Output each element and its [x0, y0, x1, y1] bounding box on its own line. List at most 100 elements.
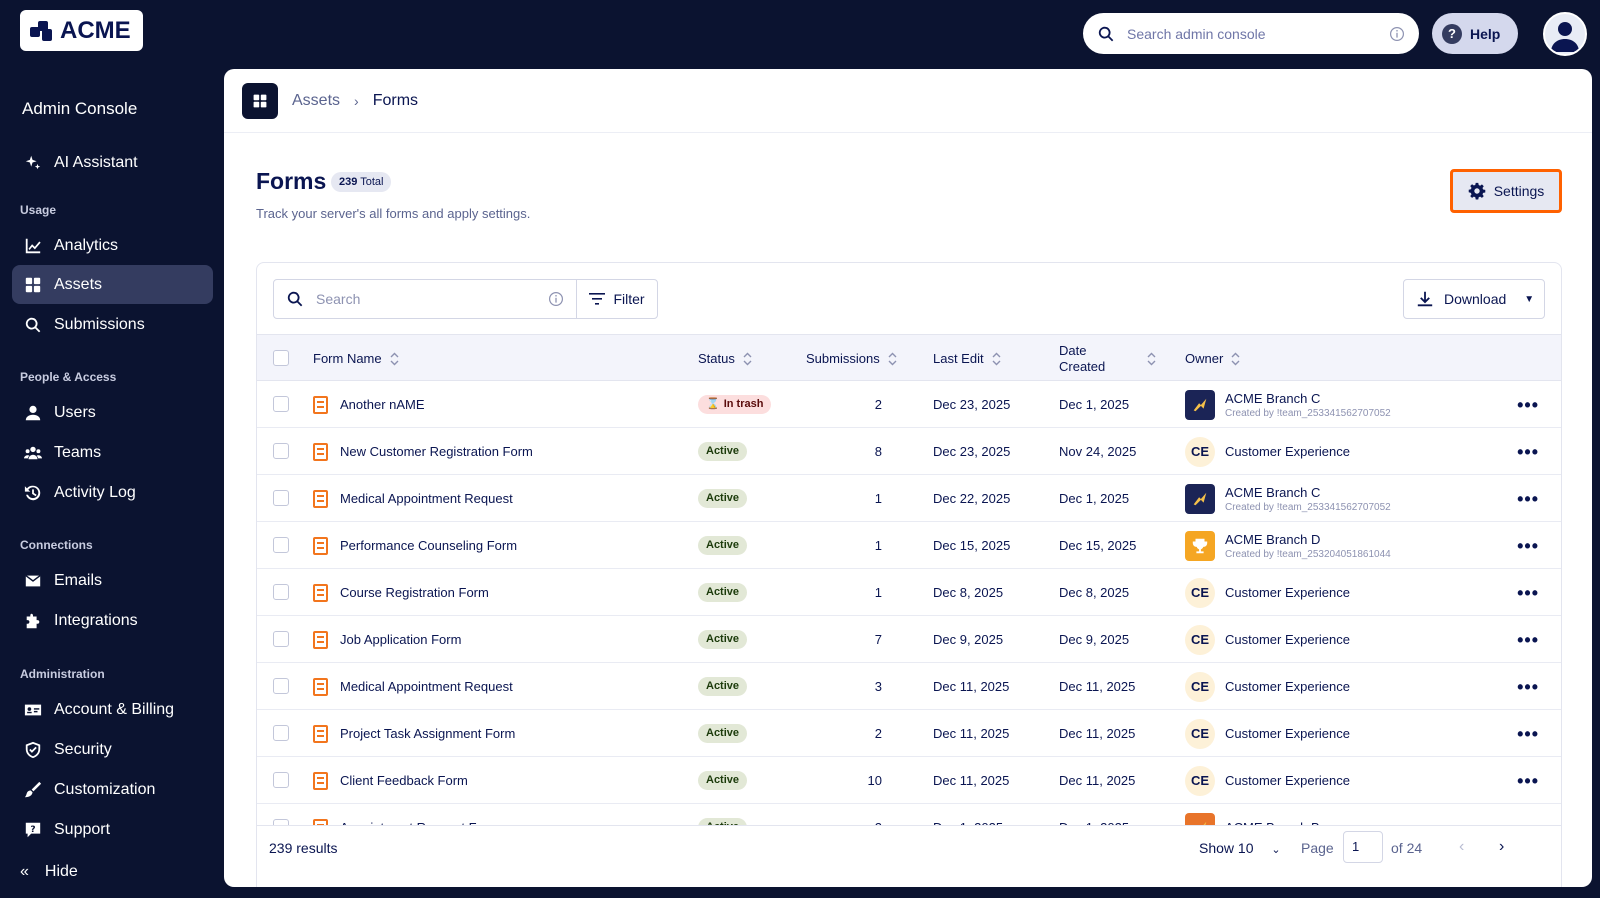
info-icon[interactable] [548, 291, 564, 307]
admin-search-input[interactable]: Search admin console [1083, 13, 1419, 54]
section-connections: Connections [20, 538, 93, 552]
forms-search-input[interactable]: Search [273, 279, 577, 319]
owner-avatar: CE [1185, 671, 1215, 702]
sidebar-item-assets[interactable]: Assets [12, 265, 213, 304]
date-created-cell: Dec 9, 2025 [1059, 632, 1130, 647]
select-all-checkbox[interactable] [273, 350, 289, 366]
form-icon [313, 724, 328, 743]
column-date-created[interactable]: Date Created [1059, 335, 1156, 382]
page-size-select[interactable]: Show 10 ⌄ [1199, 840, 1281, 856]
hide-sidebar-button[interactable]: « Hide [20, 863, 78, 881]
sidebar-item-activity-log[interactable]: Activity Log [12, 473, 213, 512]
page-number-input[interactable]: 1 [1343, 831, 1383, 863]
info-icon[interactable] [1389, 26, 1405, 42]
more-options-icon[interactable]: ••• [1517, 724, 1539, 745]
form-name-cell[interactable]: Project Task Assignment Form [313, 710, 515, 757]
column-label-line: Date [1059, 342, 1087, 358]
sidebar-item-customization[interactable]: Customization [12, 770, 213, 809]
table-row[interactable]: Project Task Assignment Form Active 2 Dec 1… [257, 710, 1561, 757]
sidebar-item-support[interactable]: ? Support [12, 810, 213, 849]
table-row[interactable]: Job Application Form Active 7 Dec 9, 2025 De… [257, 616, 1561, 663]
column-owner[interactable]: Owner [1185, 335, 1240, 382]
column-submissions[interactable]: Submissions [806, 335, 897, 382]
row-checkbox[interactable] [273, 396, 289, 412]
row-checkbox[interactable] [273, 725, 289, 741]
brush-icon [24, 781, 42, 797]
help-icon: ? [1442, 23, 1462, 44]
column-label: Date Created [1059, 343, 1105, 375]
column-label: Status [698, 351, 735, 366]
filter-button[interactable]: Filter [576, 279, 658, 319]
form-name-cell[interactable]: Performance Counseling Form [313, 522, 517, 569]
column-form-name[interactable]: Form Name [313, 335, 399, 382]
more-options-icon[interactable]: ••• [1517, 442, 1539, 463]
column-status[interactable]: Status [698, 335, 752, 382]
more-options-icon[interactable]: ••• [1517, 677, 1539, 698]
row-checkbox[interactable] [273, 490, 289, 506]
help-button[interactable]: ? Help [1432, 13, 1518, 54]
table-row[interactable]: Another nAME ⌛ In trash 2 Dec 23, 2025 Dec 1,… [257, 381, 1561, 428]
sidebar-item-ai-assistant[interactable]: AI Assistant [12, 143, 213, 182]
more-options-icon[interactable]: ••• [1517, 489, 1539, 510]
form-name-cell[interactable]: Client Feedback Form [313, 757, 468, 804]
previous-page-icon[interactable]: ‹ [1459, 838, 1464, 856]
sidebar-item-emails[interactable]: Emails [12, 561, 213, 600]
table-row[interactable]: New Customer Registration Form Active 8 Dec… [257, 428, 1561, 475]
breadcrumb-assets-link[interactable]: Assets [292, 92, 340, 110]
sidebar-item-security[interactable]: Security [12, 730, 213, 769]
column-label: Owner [1185, 351, 1224, 366]
row-checkbox[interactable] [273, 584, 289, 600]
table-row[interactable]: Course Registration Form Active 1 Dec 8, 20… [257, 569, 1561, 616]
shield-icon [25, 741, 41, 758]
owner-cell: ACME Branch C Created by !team_2533415627… [1185, 475, 1391, 522]
status-text: Active [706, 633, 740, 645]
form-name-cell[interactable]: Another nAME [313, 381, 425, 428]
date-created-cell: Dec 15, 2025 [1059, 538, 1137, 553]
total-badge: 239 Total [331, 172, 392, 192]
sidebar-item-submissions[interactable]: Submissions [12, 305, 213, 344]
sidebar-item-users[interactable]: Users [12, 393, 213, 432]
acme-logo[interactable]: ACME [20, 10, 143, 51]
sidebar-item-integrations[interactable]: Integrations [12, 601, 213, 640]
row-checkbox[interactable] [273, 631, 289, 647]
next-page-icon[interactable]: › [1499, 838, 1504, 856]
form-name-cell[interactable]: New Customer Registration Form [313, 428, 533, 475]
download-button[interactable]: Download ▼ [1403, 279, 1545, 319]
more-options-icon[interactable]: ••• [1517, 583, 1539, 604]
user-avatar[interactable] [1543, 12, 1587, 56]
sidebar-item-teams[interactable]: Teams [12, 433, 213, 472]
last-edit-cell: Dec 11, 2025 [933, 679, 1010, 694]
row-checkbox[interactable] [273, 678, 289, 694]
row-checkbox[interactable] [273, 443, 289, 459]
last-edit-cell: Dec 9, 2025 [933, 632, 1004, 647]
table-row[interactable]: Client Feedback Form Active 10 Dec 11, 2025… [257, 757, 1561, 804]
sidebar-item-label: Teams [54, 443, 102, 461]
form-name-cell[interactable]: Course Registration Form [313, 569, 489, 616]
table-row[interactable]: Medical Appointment Request Active 1 Dec 22… [257, 475, 1561, 522]
submissions-cell: 1 [874, 538, 882, 553]
form-icon [313, 442, 328, 461]
help-label: Help [1470, 25, 1501, 42]
status-badge: Active [698, 489, 748, 508]
more-options-icon[interactable]: ••• [1517, 536, 1539, 557]
row-checkbox[interactable] [273, 537, 289, 553]
forms-table-card: Search Filter Download ▼ Form Name Statu… [256, 262, 1562, 887]
settings-button[interactable]: Settings [1450, 169, 1562, 213]
row-checkbox[interactable] [273, 772, 289, 788]
more-options-icon[interactable]: ••• [1517, 630, 1539, 651]
form-name-cell[interactable]: Job Application Form [313, 616, 461, 663]
total-label: Total [360, 176, 384, 188]
sidebar: ACME Admin Console AI Assistant Usage An… [0, 0, 224, 898]
form-name-cell[interactable]: Medical Appointment Request [313, 663, 513, 710]
page-subtitle: Track your server's all forms and apply … [256, 206, 531, 221]
column-last-edit[interactable]: Last Edit [933, 335, 1001, 382]
sidebar-item-account-billing[interactable]: Account & Billing [12, 690, 213, 729]
more-options-icon[interactable]: ••• [1517, 395, 1539, 416]
sidebar-item-analytics[interactable]: Analytics [12, 226, 213, 265]
table-row[interactable]: Performance Counseling Form Active 1 Dec 15… [257, 522, 1561, 569]
table-row[interactable]: Medical Appointment Request Active 3 Dec 11… [257, 663, 1561, 710]
more-options-icon[interactable]: ••• [1517, 771, 1539, 792]
owner-name: Customer Experience [1225, 444, 1350, 459]
form-name-cell[interactable]: Medical Appointment Request [313, 475, 513, 522]
sidebar-item-label: Activity Log [54, 483, 136, 501]
